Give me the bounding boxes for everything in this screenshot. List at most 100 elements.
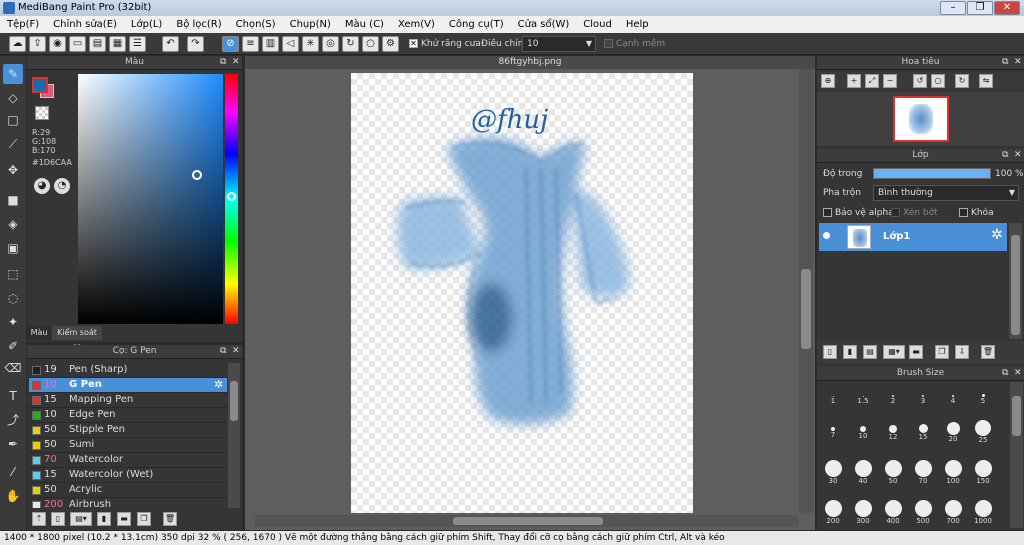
blend-mode-dropdown[interactable]: Bình thường ▼	[873, 185, 1019, 201]
brush-size-cell[interactable]: 4	[939, 384, 967, 410]
soft-edge-checkbox[interactable]: Cạnh mềm	[604, 39, 665, 49]
brush-size-cell[interactable]: 1	[819, 384, 847, 410]
canvas-document[interactable]: @fhuj	[351, 73, 693, 513]
menu-help[interactable]: Help	[619, 19, 656, 30]
duplicate-icon[interactable]: ❐	[137, 512, 151, 526]
brush-menu-icon[interactable]: ▤▾	[70, 512, 92, 526]
snap-circle-icon[interactable]: ◎	[322, 36, 339, 52]
scroll-thumb[interactable]	[453, 517, 603, 525]
brush-size-cell[interactable]: 25	[969, 420, 997, 446]
grid-doc-icon[interactable]: ▦	[109, 36, 126, 52]
rotate-left-icon[interactable]: ↺	[913, 74, 927, 88]
brush-size-cell[interactable]: 50	[879, 460, 907, 486]
text-tool-icon[interactable]: T	[3, 386, 23, 406]
lasso-tool-icon[interactable]: ◌	[3, 288, 23, 308]
brush-size-cell[interactable]: 7	[819, 420, 847, 446]
brush-item[interactable]: 50 Sumi	[29, 438, 227, 453]
foreground-color-swatch[interactable]	[32, 77, 48, 93]
eyedropper-tool-icon[interactable]: ⁄	[3, 462, 23, 482]
snap-curve-icon[interactable]: ↻	[342, 36, 359, 52]
snap-perspective-icon[interactable]: ◁	[282, 36, 299, 52]
brush-size-cell[interactable]: 15	[909, 420, 937, 446]
snap-parallel-icon[interactable]: ≡	[242, 36, 259, 52]
menu-window[interactable]: Cửa sổ(W)	[511, 19, 577, 30]
line-tool-icon[interactable]: ⟋	[3, 134, 23, 154]
brush-item[interactable]: 10 Edge Pen	[29, 408, 227, 423]
gear-icon[interactable]: ✲	[214, 378, 223, 391]
saturation-value-picker[interactable]	[78, 74, 223, 324]
layer-row[interactable]: Lớp1 ✲	[819, 223, 1007, 251]
merge-layer-icon[interactable]: ⇩	[955, 345, 969, 359]
canvas-horizontal-scrollbar[interactable]	[255, 515, 799, 527]
brush-file-icon[interactable]: ▮	[97, 512, 111, 526]
scroll-thumb[interactable]	[801, 269, 811, 349]
snap-grid-icon[interactable]: ▥	[262, 36, 279, 52]
detach-icon[interactable]: ⧉	[1002, 367, 1008, 380]
tab-brush-control[interactable]: Kiểm soát cọ	[52, 326, 102, 351]
transparent-color-swatch[interactable]	[35, 106, 49, 120]
menu-tools[interactable]: Công cụ(T)	[442, 19, 511, 30]
palette-edit-icon[interactable]: ◔	[54, 178, 70, 194]
gear-icon[interactable]: ✲	[991, 227, 1003, 243]
correction-dropdown[interactable]: 10 ▼	[522, 36, 596, 52]
gear-icon[interactable]: ⚙	[382, 36, 399, 52]
brush-item[interactable]: 50 Stipple Pen	[29, 423, 227, 438]
comment-icon[interactable]: ▭	[69, 36, 86, 52]
scroll-thumb[interactable]	[1012, 396, 1021, 436]
brush-size-cell[interactable]: 300	[849, 500, 877, 526]
brush-size-cell[interactable]: 500	[909, 500, 937, 526]
brush-item[interactable]: 10 G Pen ✲	[29, 378, 227, 393]
eraser-tool-icon[interactable]: ◇	[3, 88, 23, 108]
undo-icon[interactable]: ↶	[162, 36, 179, 52]
detach-icon[interactable]: ⧉	[1002, 56, 1008, 69]
minimize-button[interactable]: –	[940, 1, 966, 15]
layer-list-scrollbar[interactable]	[1009, 223, 1022, 339]
bucket-tool-icon[interactable]: ◈	[3, 214, 23, 234]
brush-size-cell[interactable]: 2	[879, 384, 907, 410]
brush-size-cell[interactable]: 40	[849, 460, 877, 486]
maximize-button[interactable]: ❐	[967, 1, 993, 15]
new-halftone-layer-icon[interactable]: ▮	[843, 345, 857, 359]
close-icon[interactable]: ✕	[232, 56, 240, 69]
detach-icon[interactable]: ⧉	[220, 56, 226, 69]
snap-ellipse-icon[interactable]: ○	[362, 36, 379, 52]
select-rect-tool-icon[interactable]: ⬚	[3, 264, 23, 284]
brush-size-cell[interactable]: 12	[879, 420, 907, 446]
document-icon[interactable]: ▤	[89, 36, 106, 52]
menu-select[interactable]: Chọn(S)	[229, 19, 283, 30]
brush-item[interactable]: 70 Watercolor	[29, 453, 227, 468]
brush-size-cell[interactable]: 10	[849, 420, 877, 446]
menu-snap[interactable]: Chụp(N)	[283, 19, 338, 30]
detach-icon[interactable]: ⧉	[1002, 149, 1008, 162]
menu-layer[interactable]: Lớp(L)	[124, 19, 169, 30]
navigator-viewport[interactable]	[893, 96, 949, 142]
antialias-checkbox[interactable]: ✕ Khử răng cưa	[409, 39, 481, 49]
brush-size-cell[interactable]: 200	[819, 500, 847, 526]
brush-size-cell[interactable]: 70	[909, 460, 937, 486]
zoom-icon[interactable]: ⊕	[821, 74, 835, 88]
hue-cursor[interactable]	[227, 192, 236, 201]
trash-icon[interactable]: 🗑	[981, 345, 995, 359]
snap-off-icon[interactable]: ⊘	[222, 36, 239, 52]
brush-item[interactable]: 15 Mapping Pen	[29, 393, 227, 408]
brush-item[interactable]: 15 Watercolor (Wet)	[29, 468, 227, 483]
lock-checkbox[interactable]: Khóa	[959, 208, 994, 218]
redo-icon[interactable]: ↷	[187, 36, 204, 52]
add-brush-icon[interactable]: ⇡	[32, 512, 46, 526]
magic-wand-tool-icon[interactable]: ✦	[3, 312, 23, 332]
zoom-out-icon[interactable]: −	[883, 74, 897, 88]
brush-item[interactable]: 19 Pen (Sharp)	[29, 363, 227, 378]
brush-size-cell[interactable]: 700	[939, 500, 967, 526]
brush-size-cell[interactable]: 100	[939, 460, 967, 486]
brush-size-cell[interactable]: 150	[969, 460, 997, 486]
fit-icon[interactable]: ⤢	[865, 74, 879, 88]
sv-cursor[interactable]	[192, 170, 202, 180]
folder-icon[interactable]: ▬	[117, 512, 131, 526]
menu-filter[interactable]: Bộ lọc(R)	[169, 19, 228, 30]
close-icon[interactable]: ✕	[232, 345, 240, 358]
flip-icon[interactable]: ⇋	[979, 74, 993, 88]
brush-item[interactable]: 50 Acrylic	[29, 483, 227, 498]
brush-list-scrollbar[interactable]	[228, 363, 240, 508]
brush-size-cell[interactable]: 20	[939, 420, 967, 446]
protect-alpha-checkbox[interactable]: Bảo vệ alpha	[823, 208, 894, 218]
